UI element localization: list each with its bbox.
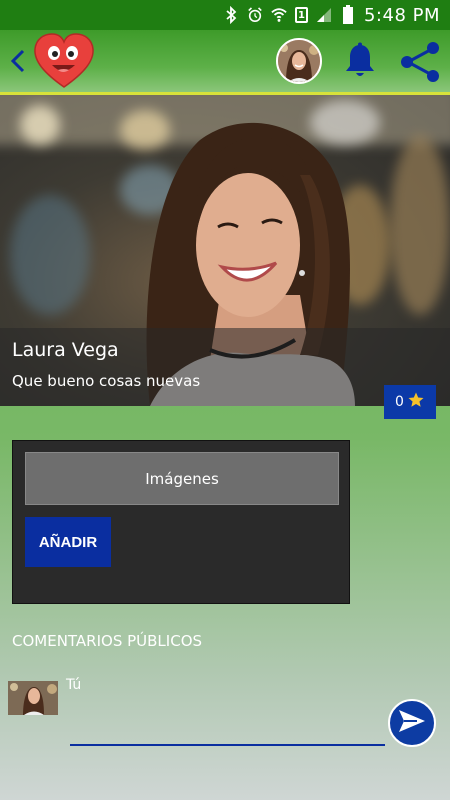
- alarm-icon: [247, 6, 263, 24]
- comments-title: COMENTARIOS PÚBLICOS: [12, 632, 203, 650]
- images-card: Imágenes AÑADIR: [12, 440, 350, 604]
- bluetooth-icon: [223, 6, 239, 24]
- status-icons: 1 5:48 PM: [223, 0, 440, 30]
- battery-icon: [340, 5, 356, 24]
- signal-icon: [316, 6, 332, 24]
- wifi-icon: [271, 6, 287, 24]
- star-icon: [407, 391, 425, 413]
- images-header: Imágenes: [25, 452, 339, 505]
- clock: 5:48 PM: [363, 4, 440, 26]
- comment-user-name: Tú: [66, 677, 82, 693]
- rating-badge[interactable]: 0: [384, 385, 436, 419]
- bell-icon[interactable]: [342, 42, 378, 80]
- rating-count: 0: [395, 394, 404, 410]
- share-icon[interactable]: [398, 40, 442, 84]
- add-image-button[interactable]: AÑADIR: [25, 517, 111, 567]
- profile-avatar[interactable]: [276, 38, 322, 84]
- profile-name: Laura Vega: [12, 339, 119, 361]
- send-button[interactable]: [388, 699, 436, 747]
- app-bar: [0, 30, 450, 95]
- heart-logo: [32, 33, 96, 89]
- send-icon: [397, 708, 427, 738]
- back-icon[interactable]: [8, 46, 28, 76]
- status-bar: 1 5:48 PM: [0, 0, 450, 30]
- comment-user-avatar: [8, 681, 58, 715]
- sim-icon: 1: [294, 7, 308, 23]
- comment-input[interactable]: [70, 708, 385, 746]
- profile-status: Que bueno cosas nuevas: [12, 372, 201, 390]
- profile-photo[interactable]: Laura Vega Que bueno cosas nuevas: [0, 95, 450, 406]
